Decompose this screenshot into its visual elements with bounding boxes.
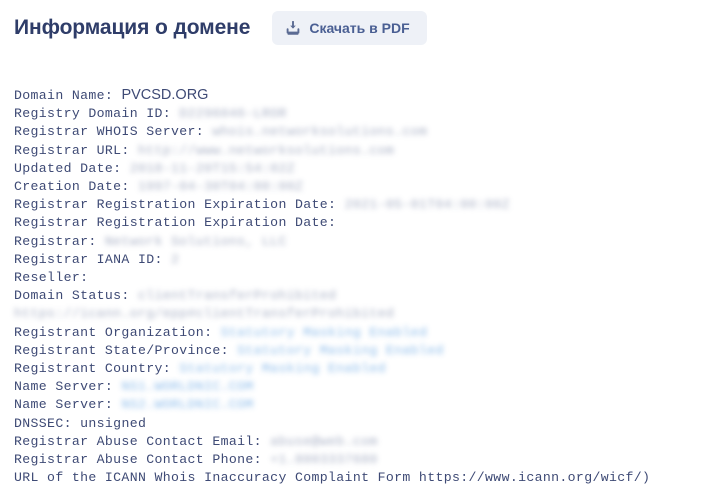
whois-label: URL of the ICANN Whois Inaccuracy Compla… — [14, 470, 651, 486]
whois-label: Registrant Organization: — [14, 324, 213, 340]
whois-line: Registrar Abuse Contact Email: abuse@web… — [14, 433, 686, 451]
whois-line: Creation Date: 1997-04-30T04:00:00Z — [14, 178, 686, 196]
download-pdf-label: Скачать в PDF — [309, 20, 410, 36]
whois-label: DNSSEC: — [14, 415, 72, 431]
whois-line: URL of the ICANN Whois Inaccuracy Compla… — [14, 469, 686, 487]
whois-label: Registrant Country: — [14, 361, 172, 377]
whois-label: Domain Status: — [14, 288, 130, 304]
whois-value: abuse@web.com — [270, 433, 378, 449]
whois-label: Registrar: — [14, 233, 97, 249]
whois-value: whois.networksolutions.com — [212, 124, 428, 140]
whois-line: Registrar: Network Solutions, LLC — [14, 233, 686, 251]
whois-line: Updated Date: 2018-11-20T15:54:02Z — [14, 160, 686, 178]
whois-line: Registrar URL: http://www.networksolutio… — [14, 142, 686, 160]
whois-label: Registry Domain ID: — [14, 106, 172, 122]
whois-label: Updated Date: — [14, 160, 122, 176]
whois-label: Registrar WHOIS Server: — [14, 124, 205, 140]
whois-line: Registrant State/Province: Statutory Mas… — [14, 342, 686, 360]
whois-line: Registrar WHOIS Server: whois.networksol… — [14, 123, 686, 141]
whois-record: Domain Name: PVCSD.ORG Registry Domain ID… — [14, 86, 686, 487]
download-pdf-button[interactable]: Скачать в PDF — [272, 11, 427, 45]
whois-line: Name Server: NS1.WORLDNIC.COM — [14, 378, 686, 396]
whois-line: Registrar Registration Expiration Date: — [14, 214, 686, 232]
whois-value: PVCSD.ORG — [121, 87, 209, 103]
whois-value: Statutory Masking Enabled — [237, 342, 444, 358]
whois-value: NS1.WORLDNIC.COM — [121, 379, 254, 395]
whois-line: Registrar Registration Expiration Date: … — [14, 196, 686, 214]
page-header: Информация о домене Скачать в PDF — [14, 11, 427, 45]
whois-value: D2296046-LROR — [179, 106, 287, 122]
whois-value: 2 — [171, 251, 180, 267]
domain-info-page: Информация о домене Скачать в PDF Domain… — [0, 0, 701, 503]
whois-line: Domain Name: PVCSD.ORG — [14, 86, 686, 105]
whois-line: DNSSEC: unsigned — [14, 415, 686, 433]
whois-line: Domain Status: clientTransferProhibited … — [14, 287, 686, 323]
whois-label: Name Server: — [14, 397, 114, 413]
page-title: Информация о домене — [14, 16, 251, 39]
whois-label: Domain Name: — [14, 88, 114, 103]
whois-label: Registrar Abuse Contact Email: — [14, 433, 262, 449]
whois-value: http://www.networksolutions.com — [137, 142, 395, 158]
whois-value: 2021-05-01T04:00:00Z — [344, 197, 510, 213]
whois-label: Registrar Abuse Contact Phone: — [14, 452, 262, 468]
whois-line: Registrant Country: Statutory Masking En… — [14, 360, 686, 378]
whois-label: Registrar Registration Expiration Date: — [14, 197, 337, 213]
whois-label: Creation Date: — [14, 179, 130, 195]
download-icon — [286, 20, 300, 35]
whois-label: Registrar URL: — [14, 142, 130, 158]
whois-label: Registrar Registration Expiration Date: — [14, 215, 337, 231]
whois-value: Network Solutions, LLC — [104, 233, 287, 249]
whois-value: +1.8003337680 — [270, 452, 378, 468]
whois-value: NS2.WORLDNIC.COM — [121, 397, 254, 413]
whois-value: Statutory Masking Enabled — [179, 361, 386, 377]
whois-line: Name Server: NS2.WORLDNIC.COM — [14, 396, 686, 414]
whois-label: Reseller: — [14, 270, 89, 286]
whois-line: Registrar IANA ID: 2 — [14, 251, 686, 269]
whois-line: Registrant Organization: Statutory Maski… — [14, 324, 686, 342]
whois-value: Statutory Masking Enabled — [220, 324, 428, 340]
whois-value: unsigned — [80, 415, 147, 431]
whois-label: Registrar IANA ID: — [14, 251, 163, 267]
whois-label: Registrant State/Province: — [14, 342, 229, 358]
whois-line: Registrar Abuse Contact Phone: +1.800333… — [14, 451, 686, 469]
whois-label: Name Server: — [14, 379, 114, 395]
whois-line: Reseller: — [14, 269, 686, 287]
whois-value: 2018-11-20T15:54:02Z — [129, 160, 295, 176]
whois-value: 1997-04-30T04:00:00Z — [137, 179, 304, 195]
whois-line: Registry Domain ID: D2296046-LROR — [14, 105, 686, 123]
